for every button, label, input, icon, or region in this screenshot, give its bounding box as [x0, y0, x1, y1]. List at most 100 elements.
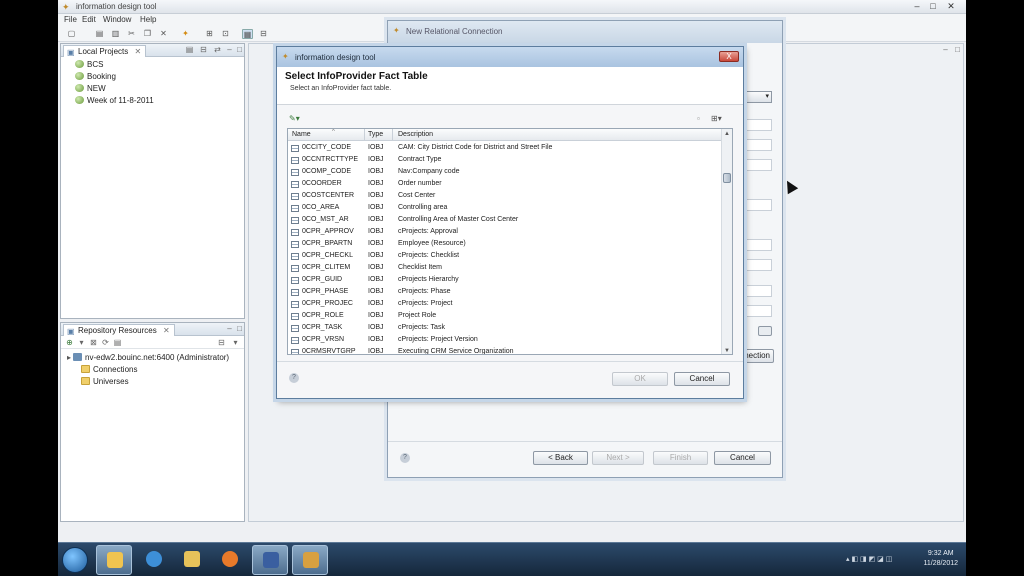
table-row[interactable]: 0CPR_VRSN IOBJ cProjects: Project Version [288, 334, 722, 346]
delete-icon[interactable]: ✕ [158, 29, 169, 39]
collapse-icon[interactable]: ⊟ [217, 339, 226, 347]
dropdown-icon[interactable]: ▾ [77, 339, 86, 347]
table-row[interactable]: 0CPR_GUID IOBJ cProjects Hierarchy [288, 274, 722, 286]
table-row[interactable]: 0CRMSRVTGRP IOBJ Executing CRM Service Org… [288, 346, 722, 354]
taskbar-media[interactable] [212, 545, 248, 575]
universes-node[interactable]: Universes [81, 377, 129, 386]
help-icon[interactable]: ? [400, 453, 410, 463]
wizard-small-button[interactable] [758, 326, 772, 336]
table-row[interactable]: 0CPR_CHECKL IOBJ cProjects: Checklist [288, 250, 722, 262]
table-row[interactable]: 0COSTCENTER IOBJ Cost Center [288, 190, 722, 202]
minimize-pane-icon[interactable]: – [941, 46, 950, 54]
project-bcs[interactable]: BCS [75, 60, 103, 69]
insert-session-icon[interactable]: ⊕ [65, 339, 74, 347]
publish-icon[interactable]: ✦ [180, 29, 191, 39]
taskbar-idt[interactable] [292, 545, 328, 575]
ide-titlebar: ✦ information design tool – □ ✕ [58, 0, 966, 14]
minimize-pane-icon[interactable]: – [225, 325, 234, 333]
close-tab-icon[interactable]: ✕ [163, 326, 170, 335]
new-project-icon[interactable]: ▤ [185, 46, 194, 54]
ok-button[interactable]: OK [612, 372, 668, 386]
table-row[interactable]: 0CO_MST_AR IOBJ Controlling Area of Master… [288, 214, 722, 226]
cell-name: 0CPR_TASK [302, 324, 343, 331]
dialog-close-button[interactable]: X [719, 51, 739, 62]
ide-title: information design tool [76, 2, 157, 11]
minimize-pane-icon[interactable]: – [225, 46, 234, 54]
properties-icon[interactable]: ▤ [113, 339, 122, 347]
maximize-icon[interactable]: □ [926, 1, 940, 12]
dialog-divider [277, 361, 743, 362]
link-icon[interactable]: ⇄ [213, 46, 222, 54]
table-row[interactable]: 0COMP_CODE IOBJ Nav:Company code [288, 166, 722, 178]
menu-icon[interactable]: ▾ [231, 339, 240, 347]
search-icon[interactable]: ▫ [697, 114, 700, 123]
view-menu-icon[interactable]: ⊞▾ [711, 114, 722, 123]
layout-icon[interactable]: ▦ [242, 29, 253, 39]
menu-window[interactable]: Window [103, 15, 131, 24]
tab-repository-resources[interactable]: ▣ Repository Resources ✕ [63, 324, 175, 336]
scroll-up-icon[interactable]: ▲ [722, 129, 732, 139]
table-row[interactable]: 0CPR_APPROV IOBJ cProjects: Approval [288, 226, 722, 238]
tab-local-projects[interactable]: ▣ Local Projects ✕ [63, 45, 147, 57]
menu-file[interactable]: File [64, 15, 77, 24]
close-session-icon[interactable]: ⊠ [89, 339, 98, 347]
connection-icon[interactable]: ⊞ [204, 29, 215, 39]
table-row[interactable]: 0CPR_ROLE IOBJ Project Role [288, 310, 722, 322]
menu-help[interactable]: Help [140, 15, 156, 24]
scroll-thumb[interactable] [723, 173, 731, 183]
scroll-down-icon[interactable]: ▼ [722, 346, 732, 354]
filter-icon[interactable]: ✎▾ [289, 114, 300, 123]
vertical-scrollbar[interactable]: ▲ ▼ [721, 129, 732, 354]
cut-icon[interactable]: ✂ [126, 29, 137, 39]
table-row[interactable]: 0CPR_PROJEC IOBJ cProjects: Project [288, 298, 722, 310]
table-row[interactable]: 0CCITY_CODE IOBJ CAM: City District Code f… [288, 142, 722, 154]
table-row[interactable]: 0CO_AREA IOBJ Controlling area [288, 202, 722, 214]
back-button[interactable]: < Back [533, 451, 588, 465]
wizard-cancel-button[interactable]: Cancel [714, 451, 771, 465]
foundation-icon[interactable]: ⊡ [220, 29, 231, 39]
close-icon[interactable]: ✕ [944, 1, 958, 12]
save-all-icon[interactable]: ▥ [110, 29, 121, 39]
table-row[interactable]: 0COORDER IOBJ Order number [288, 178, 722, 190]
maximize-pane-icon[interactable]: □ [953, 46, 962, 54]
minimize-icon[interactable]: – [910, 1, 924, 12]
copy-icon[interactable]: ❐ [142, 29, 153, 39]
dialog-header: Select InfoProvider Fact Table Select an… [277, 67, 743, 105]
dialog-cancel-button[interactable]: Cancel [674, 372, 730, 386]
help-icon[interactable]: ? [289, 373, 299, 383]
clock[interactable]: 9:32 AM 11/28/2012 [923, 549, 958, 569]
table-row[interactable]: 0CCNTRCTTYPE IOBJ Contract Type [288, 154, 722, 166]
maximize-pane-icon[interactable]: □ [235, 46, 244, 54]
column-type[interactable]: Type [368, 131, 383, 138]
query-icon[interactable]: ⊟ [258, 29, 269, 39]
connections-label: Connections [93, 365, 138, 374]
taskbar-save-app[interactable] [252, 545, 288, 575]
maximize-pane-icon[interactable]: □ [235, 325, 244, 333]
finish-button[interactable]: Finish [653, 451, 708, 465]
new-icon[interactable]: ▢ [66, 29, 77, 39]
project-new[interactable]: NEW [75, 84, 106, 93]
column-name[interactable]: Name [292, 131, 311, 138]
server-node[interactable]: ▸ nv-edw2.bouinc.net:6400 (Administrator) [67, 353, 229, 362]
save-icon[interactable]: ▤ [94, 29, 105, 39]
taskbar-explorer[interactable] [96, 545, 132, 575]
taskbar-folder[interactable] [174, 545, 210, 575]
table-row[interactable]: 0CPR_BPARTN IOBJ Employee (Resource) [288, 238, 722, 250]
cell-type: IOBJ [368, 180, 384, 187]
close-tab-icon[interactable]: ✕ [134, 47, 141, 56]
project-week[interactable]: Week of 11-8-2011 [75, 96, 154, 105]
tray-icons[interactable]: ▴ ◧ ◨ ◩ ◪ ◫ [846, 555, 892, 563]
menu-edit[interactable]: Edit [82, 15, 96, 24]
sort-icon: ^ [332, 129, 335, 135]
taskbar-browser[interactable] [136, 545, 172, 575]
column-description[interactable]: Description [398, 131, 433, 138]
start-button[interactable] [62, 547, 88, 573]
table-row[interactable]: 0CPR_PHASE IOBJ cProjects: Phase [288, 286, 722, 298]
table-row[interactable]: 0CPR_TASK IOBJ cProjects: Task [288, 322, 722, 334]
refresh-icon[interactable]: ⟳ [101, 339, 110, 347]
collapse-icon[interactable]: ⊟ [199, 46, 208, 54]
table-row[interactable]: 0CPR_CLITEM IOBJ Checklist Item [288, 262, 722, 274]
project-booking[interactable]: Booking [75, 72, 116, 81]
next-button[interactable]: Next > [592, 451, 644, 465]
connections-node[interactable]: Connections [81, 365, 137, 374]
